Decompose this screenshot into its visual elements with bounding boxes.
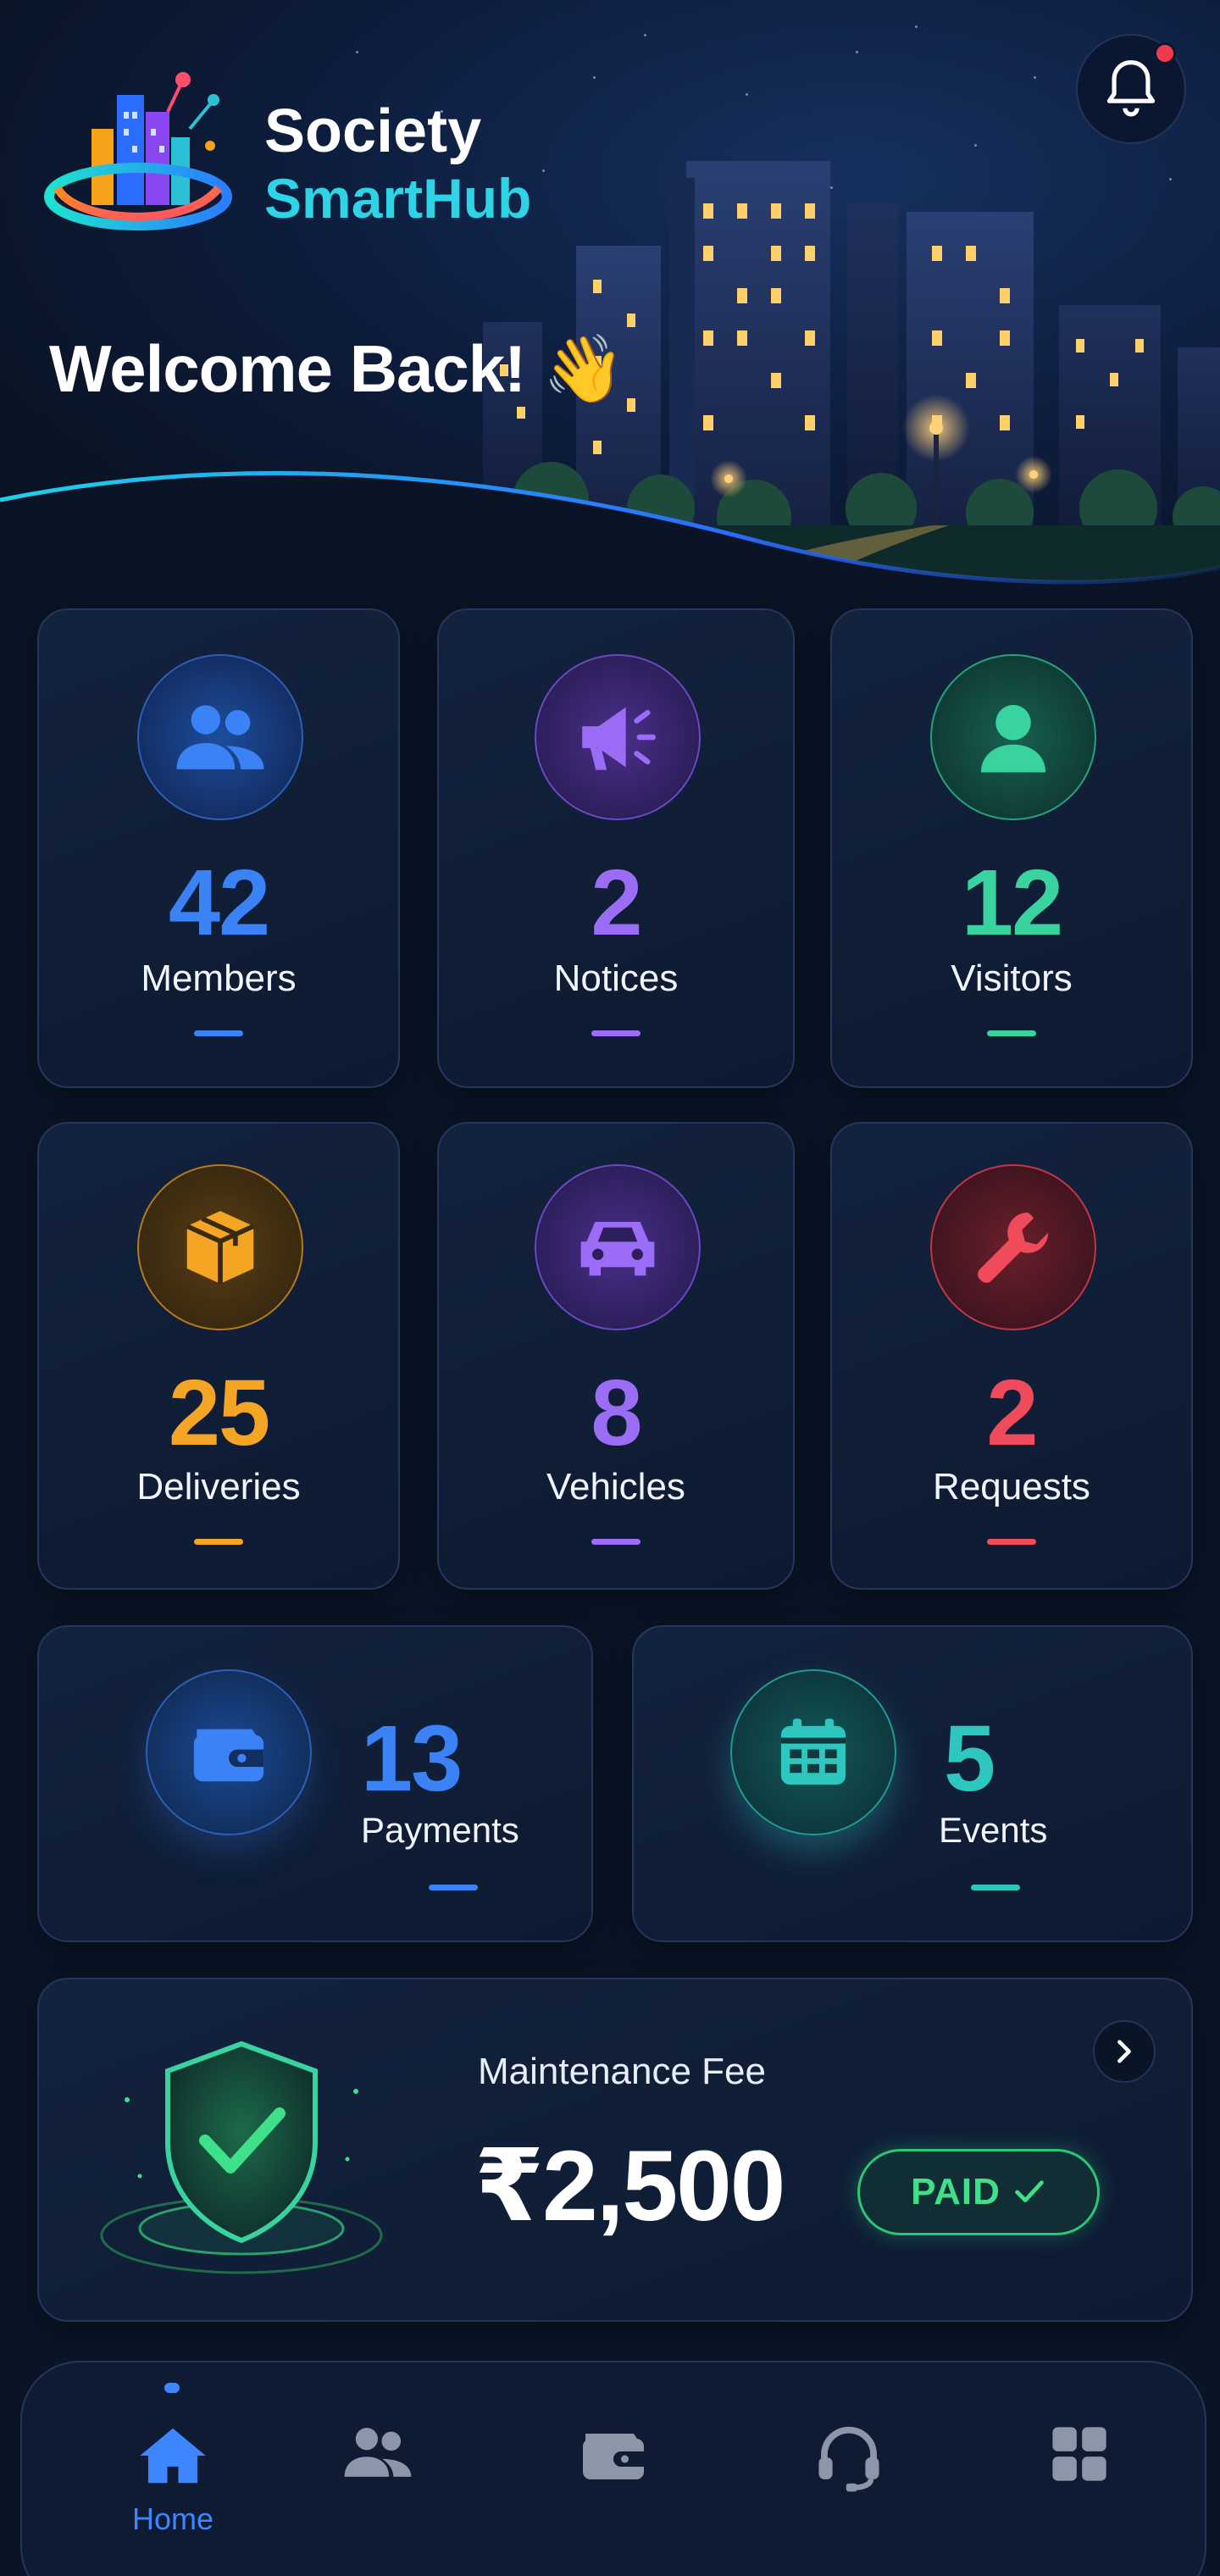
payments-label: Payments — [361, 1810, 519, 1850]
visitors-label: Visitors — [951, 958, 1073, 999]
person-icon — [980, 704, 1046, 773]
paid-status-text: PAID — [911, 2171, 1001, 2212]
bottom-navigation: Home — [20, 2361, 1206, 2576]
hero-banner: Society SmartHub Welcome Back! 👋 — [0, 0, 1220, 593]
brand-line2: SmartHub — [264, 166, 532, 230]
wallet-icon — [193, 1729, 264, 1782]
hero-wave-divider — [0, 470, 1220, 593]
notification-bell-button[interactable] — [1076, 34, 1186, 144]
nav-item-support[interactable] — [781, 2422, 917, 2557]
visitors-underline — [987, 1030, 1036, 1036]
package-icon-badge — [137, 1164, 303, 1330]
wrench-icon-badge — [930, 1164, 1096, 1330]
stat-card-events[interactable]: 5 Events — [632, 1625, 1193, 1942]
requests-count: 2 — [986, 1361, 1038, 1465]
maintenance-details-button[interactable] — [1093, 2020, 1156, 2083]
brand-line1: Society — [264, 97, 482, 165]
paid-status-badge: PAID — [857, 2149, 1100, 2235]
members-label: Members — [141, 958, 297, 999]
wrench-icon — [978, 1212, 1049, 1283]
members-underline — [194, 1030, 243, 1036]
calendar-icon — [780, 1718, 846, 1785]
vehicles-label: Vehicles — [546, 1466, 685, 1507]
welcome-heading: Welcome Back! 👋 — [49, 331, 625, 406]
stat-card-notices[interactable]: 2 Notices — [437, 608, 795, 1088]
nav-item-payments[interactable] — [546, 2422, 681, 2557]
car-icon — [580, 1222, 655, 1276]
requests-label: Requests — [933, 1466, 1090, 1507]
notices-underline — [591, 1030, 640, 1036]
megaphone-icon — [582, 707, 656, 770]
headset-icon — [818, 2426, 879, 2492]
nav-item-members[interactable] — [310, 2422, 446, 2557]
bell-icon — [1106, 60, 1156, 117]
users-icon-badge — [137, 654, 303, 820]
wallet-icon — [583, 2434, 644, 2479]
notices-label: Notices — [553, 958, 679, 999]
stat-card-deliveries[interactable]: 25 Deliveries — [37, 1122, 400, 1590]
stat-card-vehicles[interactable]: 8 Vehicles — [437, 1122, 795, 1590]
payments-count: 13 — [361, 1707, 463, 1811]
deliveries-count: 25 — [168, 1361, 270, 1465]
events-count: 5 — [944, 1707, 995, 1811]
stat-card-payments[interactable]: 13 Payments — [37, 1625, 593, 1942]
shield-check-icon — [100, 2040, 383, 2274]
requests-underline — [987, 1539, 1036, 1545]
deliveries-label: Deliveries — [136, 1466, 301, 1507]
visitors-count: 12 — [961, 851, 1063, 955]
vehicles-count: 8 — [591, 1361, 642, 1465]
vehicles-underline — [591, 1539, 640, 1545]
maintenance-fee-amount: ₹2,500 — [474, 2130, 785, 2242]
nav-home-label: Home — [131, 2501, 214, 2536]
users-icon — [344, 2428, 412, 2477]
members-count: 42 — [168, 851, 270, 955]
wallet-icon-badge — [146, 1669, 312, 1835]
stat-card-requests[interactable]: 2 Requests — [830, 1122, 1193, 1590]
megaphone-icon-badge — [535, 654, 701, 820]
calendar-icon-badge — [730, 1669, 896, 1835]
person-icon-badge — [930, 654, 1096, 820]
home-icon — [140, 2428, 206, 2484]
package-icon — [186, 1211, 255, 1284]
active-tab-indicator — [164, 2383, 180, 2393]
check-icon — [1015, 2180, 1044, 2202]
chevron-right-icon — [1117, 2040, 1131, 2063]
notices-count: 2 — [591, 851, 642, 955]
deliveries-underline — [194, 1539, 243, 1545]
payments-underline — [429, 1885, 478, 1890]
nav-item-more[interactable] — [1012, 2422, 1147, 2557]
maintenance-fee-title: Maintenance Fee — [478, 2051, 766, 2092]
stat-card-visitors[interactable]: 12 Visitors — [830, 608, 1193, 1088]
events-label: Events — [939, 1810, 1048, 1850]
grid-icon — [1052, 2427, 1106, 2481]
users-icon — [176, 705, 264, 769]
nav-item-home[interactable]: Home — [105, 2422, 241, 2557]
society-smarthub-logo — [44, 72, 232, 230]
car-icon-badge — [535, 1164, 701, 1330]
events-underline — [971, 1885, 1020, 1890]
unread-indicator — [1154, 42, 1176, 64]
brand-name: Society SmartHub — [264, 97, 532, 230]
stat-card-members[interactable]: 42 Members — [37, 608, 400, 1088]
